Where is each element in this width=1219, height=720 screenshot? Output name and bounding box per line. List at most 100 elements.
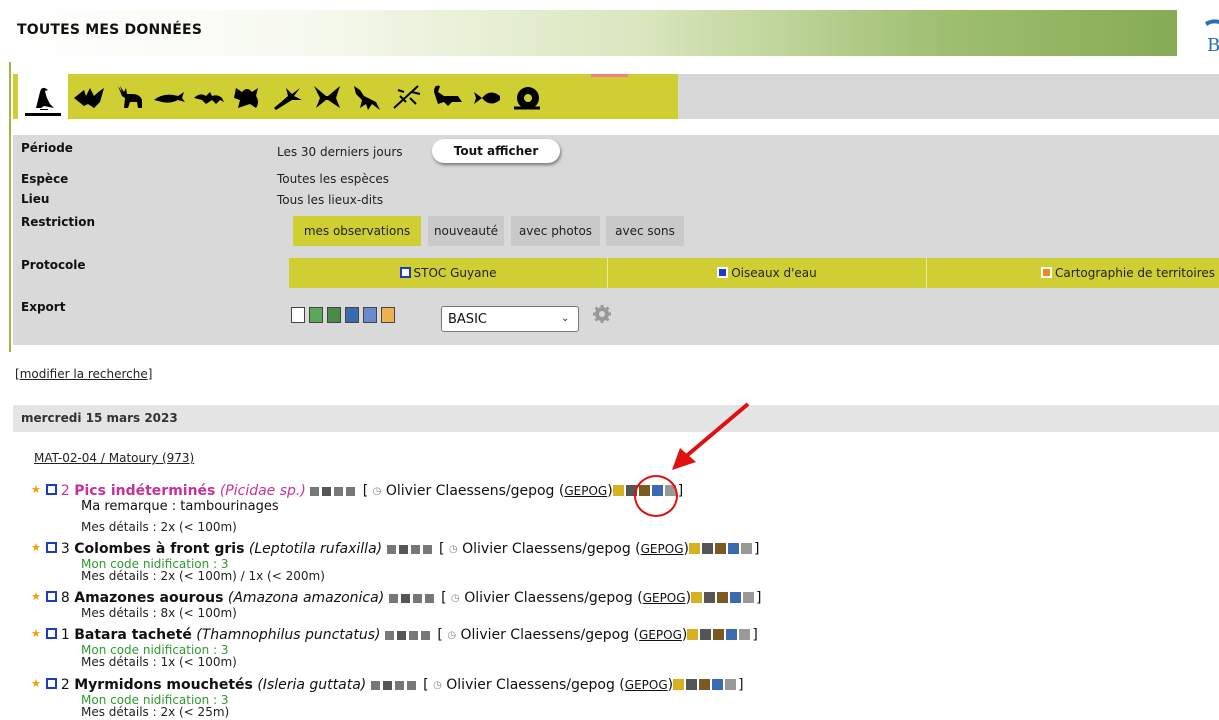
org-link[interactable]: GEPOG	[639, 628, 682, 642]
protocol-label: STOC Guyane	[413, 266, 497, 280]
org-link[interactable]: GEPOG	[643, 591, 686, 605]
transfer-icon[interactable]	[714, 543, 726, 554]
species-name[interactable]: Myrmidons mouchetés	[74, 677, 253, 693]
chart-icon[interactable]	[410, 545, 420, 554]
locate-icon[interactable]	[712, 679, 724, 690]
export-xml-icon[interactable]	[363, 307, 377, 323]
list-icon[interactable]	[384, 631, 394, 640]
protocol-cartographie[interactable]: Cartographie de territoires	[927, 258, 1219, 288]
list-item: ★ 2 Pics indéterminés (Picidae sp.) [ ◷ O…	[31, 483, 684, 499]
latin-name: (Leptotila rufaxilla)	[248, 541, 383, 557]
butterfly-icon[interactable]	[310, 82, 344, 112]
info-icon[interactable]	[420, 631, 430, 640]
modify-search-text[interactable]: modifier la recherche	[20, 367, 148, 381]
export-excel2-icon[interactable]	[327, 307, 341, 323]
export-format-select[interactable]: BASIC	[441, 306, 579, 332]
checkbox-square[interactable]	[45, 628, 57, 639]
edit-icon[interactable]	[691, 592, 703, 603]
edit-icon[interactable]	[688, 543, 700, 554]
dragonfly-icon[interactable]	[270, 82, 304, 112]
gear-icon[interactable]	[592, 304, 612, 324]
org-link[interactable]: GEPOG	[564, 484, 607, 498]
active-tab-underline	[25, 113, 61, 116]
snail-icon[interactable]	[510, 82, 544, 112]
delete-icon[interactable]	[701, 543, 713, 554]
tab-nouveaute[interactable]: nouveauté	[428, 216, 504, 246]
espece-value[interactable]: Toutes les espèces	[277, 172, 389, 186]
info-icon[interactable]	[346, 487, 356, 496]
edit-icon[interactable]	[687, 629, 699, 640]
export-globe-icon[interactable]	[345, 307, 359, 323]
info-icon[interactable]	[424, 594, 434, 603]
delete-icon[interactable]	[704, 592, 716, 603]
show-all-button[interactable]: Tout afficher	[432, 139, 560, 163]
bat-icon[interactable]	[72, 82, 106, 112]
chart-icon[interactable]	[394, 681, 404, 690]
export-blank-icon[interactable]	[291, 307, 305, 323]
species-name[interactable]: Batara tacheté	[74, 627, 192, 643]
protocol-label: Cartographie de territoires	[1055, 266, 1215, 280]
mantis-icon[interactable]	[350, 82, 384, 112]
bird-icon[interactable]	[26, 82, 60, 112]
frog-icon[interactable]	[230, 82, 264, 112]
locate-icon[interactable]	[727, 543, 739, 554]
list-icon[interactable]	[386, 545, 396, 554]
scorpion-icon[interactable]	[430, 82, 464, 112]
search-icon[interactable]	[725, 679, 737, 690]
checkbox-square[interactable]	[45, 591, 57, 602]
modify-search-link[interactable]: [modifier la recherche]	[15, 367, 152, 381]
protocol-stoc-guyane[interactable]: STOC Guyane	[289, 258, 607, 288]
transfer-icon[interactable]	[713, 629, 725, 640]
observation-date: mercredi 15 mars 2023	[21, 411, 178, 425]
map-icon[interactable]	[396, 631, 406, 640]
checkbox-square[interactable]	[45, 484, 57, 495]
list-icon[interactable]	[370, 681, 380, 690]
list-icon[interactable]	[310, 487, 320, 496]
tab-avec-sons[interactable]: avec sons	[606, 216, 684, 246]
checkbox-square[interactable]	[45, 678, 57, 689]
protocol-oiseaux-eau[interactable]: Oiseaux d'eau	[608, 258, 926, 288]
chart-icon[interactable]	[412, 594, 422, 603]
left-rule	[9, 62, 11, 352]
fish-icon[interactable]	[470, 82, 504, 112]
info-icon[interactable]	[422, 545, 432, 554]
transfer-icon[interactable]	[699, 679, 711, 690]
info-icon[interactable]	[406, 681, 416, 690]
checkbox-square[interactable]	[45, 542, 57, 553]
delete-icon[interactable]	[686, 679, 698, 690]
place-link[interactable]: MAT-02-04 / Matoury (973)	[34, 451, 194, 465]
export-js-icon[interactable]	[381, 307, 395, 323]
locate-icon[interactable]	[730, 592, 742, 603]
export-excel-icon[interactable]	[309, 307, 323, 323]
species-name[interactable]: Colombes à front gris	[74, 541, 244, 557]
search-icon[interactable]	[740, 543, 752, 554]
species-name[interactable]: Pics indéterminés	[74, 483, 215, 499]
species-name[interactable]: Amazones aourous	[74, 590, 223, 606]
tab-avec-photos[interactable]: avec photos	[511, 216, 600, 246]
org-link[interactable]: GEPOG	[625, 678, 668, 692]
lizard-icon[interactable]	[192, 82, 226, 112]
chart-icon[interactable]	[334, 487, 344, 496]
transfer-icon[interactable]	[717, 592, 729, 603]
chart-icon[interactable]	[408, 631, 418, 640]
org-link[interactable]: GEPOG	[641, 542, 684, 556]
search-icon[interactable]	[739, 629, 751, 640]
map-icon[interactable]	[382, 681, 392, 690]
tab-mes-observations[interactable]: mes observations	[293, 216, 421, 246]
list-icon[interactable]	[388, 594, 398, 603]
search-icon[interactable]	[743, 592, 755, 603]
delete-icon[interactable]	[700, 629, 712, 640]
edit-icon[interactable]	[612, 485, 624, 496]
edit-icon[interactable]	[673, 679, 685, 690]
stick-insect-icon[interactable]	[390, 82, 424, 112]
clock-icon: ◷	[372, 486, 382, 497]
locate-icon[interactable]	[726, 629, 738, 640]
map-icon[interactable]	[400, 594, 410, 603]
lieu-value[interactable]: Tous les lieux-dits	[277, 193, 383, 207]
map-icon[interactable]	[398, 545, 408, 554]
list-item: ★ 3 Colombes à front gris (Leptotila rufa…	[31, 541, 760, 557]
obs-count: 8	[60, 590, 70, 606]
map-icon[interactable]	[322, 487, 332, 496]
cetacean-icon[interactable]	[152, 82, 186, 112]
deer-icon[interactable]	[112, 82, 146, 112]
